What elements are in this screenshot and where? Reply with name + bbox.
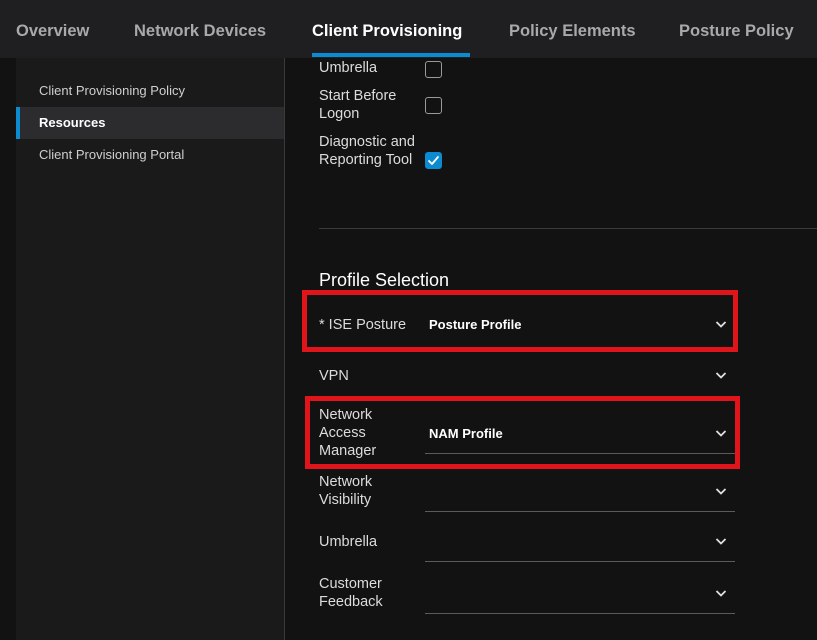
select-underline xyxy=(425,511,735,512)
profile-selection-heading: Profile Selection xyxy=(319,270,450,290)
highlight-box-ise-posture xyxy=(302,290,738,352)
sidebar-item-client-provisioning-policy[interactable]: Client Provisioning Policy xyxy=(16,75,284,107)
module-label-diagnostic-reporting-tool: Diagnostic and Reporting Tool xyxy=(319,134,415,168)
vpn-label: VPN xyxy=(319,368,349,384)
vpn-select[interactable] xyxy=(425,356,735,396)
umbrella-profile-label: Umbrella xyxy=(319,534,378,550)
network-visibility-label: Network Visibility xyxy=(319,474,373,508)
module-label-start-before-logon: Start Before Logon xyxy=(319,88,397,122)
umbrella-checkbox[interactable] xyxy=(425,61,442,78)
checkmark-icon xyxy=(428,156,439,165)
chevron-down-icon xyxy=(715,590,727,597)
customer-feedback-label: Customer Feedback xyxy=(319,576,383,610)
tab-overview[interactable]: Overview xyxy=(16,22,89,41)
tab-posture-policy[interactable]: Posture Policy xyxy=(679,22,794,41)
diagnostic-reporting-tool-checkbox[interactable] xyxy=(425,152,442,169)
customer-feedback-select[interactable] xyxy=(425,574,735,614)
top-navigation: Overview Network Devices Client Provisio… xyxy=(0,0,817,58)
highlight-box-network-access-manager xyxy=(305,396,740,469)
select-underline xyxy=(425,613,735,614)
active-tab-indicator xyxy=(312,53,470,57)
tab-policy-elements[interactable]: Policy Elements xyxy=(509,22,636,41)
chevron-down-icon xyxy=(715,488,727,495)
sidebar-item-client-provisioning-portal[interactable]: Client Provisioning Portal xyxy=(16,139,284,171)
tab-client-provisioning[interactable]: Client Provisioning xyxy=(312,22,462,41)
chevron-down-icon xyxy=(715,372,727,379)
chevron-down-icon xyxy=(715,538,727,545)
network-visibility-select[interactable] xyxy=(425,472,735,512)
sidebar-item-resources[interactable]: Resources xyxy=(16,107,284,139)
umbrella-profile-select[interactable] xyxy=(425,522,735,562)
module-label-umbrella: Umbrella xyxy=(319,60,378,76)
start-before-logon-checkbox[interactable] xyxy=(425,97,442,114)
section-divider xyxy=(319,228,817,229)
sidebar: Client Provisioning Policy Resources Cli… xyxy=(16,58,284,640)
tab-network-devices[interactable]: Network Devices xyxy=(134,22,266,41)
select-underline xyxy=(425,561,735,562)
